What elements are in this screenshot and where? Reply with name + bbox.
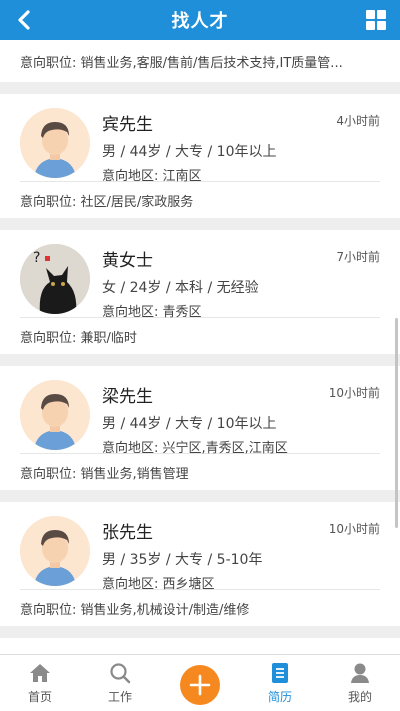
- search-icon: [110, 663, 131, 684]
- candidate-card[interactable]: 梁先生 10小时前 男 / 44岁 / 大专 / 10年以上 意向地区: 兴宁区…: [0, 366, 400, 490]
- candidate-meta: 男 / 44岁 / 大专 / 10年以上: [102, 144, 277, 160]
- preferred-position: 意向职位: 兼职/临时: [20, 330, 137, 346]
- tab-label: 工作: [107, 690, 132, 704]
- post-time: 10小时前: [328, 522, 380, 536]
- post-time: 7小时前: [336, 250, 380, 264]
- scrollbar[interactable]: [395, 318, 398, 528]
- plus-icon: [189, 674, 211, 696]
- avatar: ?: [20, 244, 90, 314]
- tab-label: 我的: [347, 690, 372, 704]
- avatar: [20, 108, 90, 178]
- preferred-area: 意向地区: 江南区: [102, 169, 202, 184]
- post-time: 4小时前: [336, 114, 380, 128]
- tab-home[interactable]: 首页: [0, 655, 80, 711]
- resume-icon: [272, 663, 288, 683]
- preferred-area: 意向地区: 西乡塘区: [102, 577, 215, 592]
- avatar: [20, 380, 90, 450]
- chevron-left-icon: [18, 10, 30, 30]
- post-time: 10小时前: [328, 386, 380, 400]
- tab-me[interactable]: 我的: [320, 655, 400, 711]
- grid-menu-button[interactable]: [366, 10, 388, 32]
- preferred-position: 意向职位: 社区/居民/家政服务: [20, 194, 194, 210]
- position-text: 意向职位: 销售业务,客服/售前/售后技术支持,IT质量管...: [20, 55, 343, 71]
- cat-photo-icon: ?: [20, 244, 90, 314]
- grid-icon: [366, 10, 375, 19]
- preferred-position: 意向职位: 销售业务,机械设计/制造/维修: [20, 602, 250, 618]
- tab-label: 简历: [267, 690, 292, 704]
- list-item-partial[interactable]: [0, 638, 400, 654]
- home-icon: [30, 664, 50, 682]
- avatar: [20, 516, 90, 586]
- candidate-card[interactable]: ? 黄女士 7小时前 女 / 24岁 / 本科 / 无经验 意向地区: 青秀区 …: [0, 230, 400, 354]
- preferred-position: 意向职位: 销售业务,销售管理: [20, 466, 189, 482]
- candidate-card[interactable]: 宾先生 4小时前 男 / 44岁 / 大专 / 10年以上 意向地区: 江南区 …: [0, 94, 400, 218]
- app-header: 找人才: [0, 0, 400, 40]
- preferred-area: 意向地区: 兴宁区,青秀区,江南区: [102, 441, 288, 456]
- tab-publish[interactable]: [160, 655, 240, 711]
- male-avatar-icon: [20, 516, 90, 586]
- candidate-list[interactable]: 意向职位: 销售业务,客服/售前/售后技术支持,IT质量管... 宾先生 4小时…: [0, 40, 400, 654]
- preferred-area: 意向地区: 青秀区: [102, 305, 202, 320]
- candidate-meta: 女 / 24岁 / 本科 / 无经验: [102, 280, 259, 296]
- tab-jobs[interactable]: 工作: [80, 655, 160, 711]
- bottom-tab-bar: 首页 工作 简历 我的: [0, 654, 400, 711]
- back-button[interactable]: [10, 6, 38, 34]
- list-item-partial[interactable]: 意向职位: 销售业务,客服/售前/售后技术支持,IT质量管...: [0, 40, 400, 82]
- male-avatar-icon: [20, 380, 90, 450]
- tab-label: 首页: [27, 690, 52, 704]
- candidate-meta: 男 / 44岁 / 大专 / 10年以上: [102, 416, 277, 432]
- tab-resume[interactable]: 简历: [240, 655, 320, 711]
- male-avatar-icon: [20, 108, 90, 178]
- page-title: 找人才: [171, 11, 229, 32]
- svg-text:?: ?: [33, 250, 40, 266]
- user-icon: [351, 663, 369, 683]
- candidate-meta: 男 / 35岁 / 大专 / 5-10年: [102, 552, 263, 568]
- add-button[interactable]: [180, 665, 220, 705]
- candidate-card[interactable]: 张先生 10小时前 男 / 35岁 / 大专 / 5-10年 意向地区: 西乡塘…: [0, 502, 400, 626]
